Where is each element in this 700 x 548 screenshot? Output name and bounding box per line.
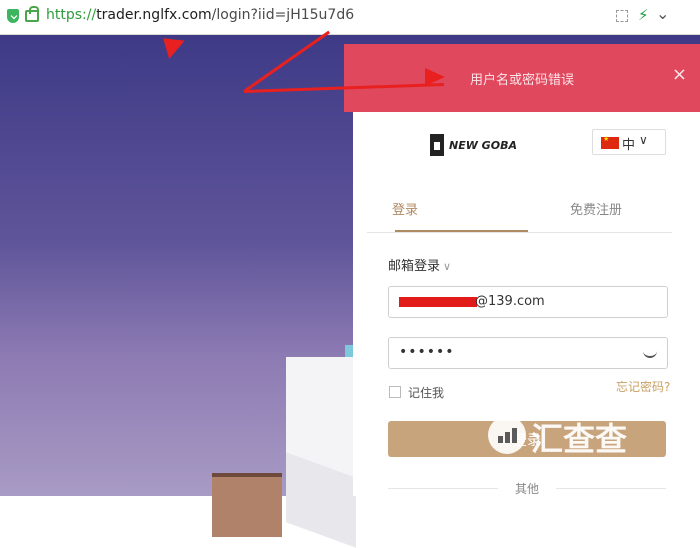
chevron-down-icon: ∨ [639,133,648,147]
remember-label: 记住我 [408,386,445,400]
chevron-down-icon[interactable]: ⌄ [656,4,669,23]
error-banner: 用户名或密码错误 × [344,44,700,112]
language-label: 中 [622,138,636,153]
login-mode-select[interactable]: 邮箱登录 ∨ [388,255,451,274]
shield-icon[interactable] [7,9,19,23]
password-field[interactable]: •••••• [388,337,668,369]
active-tab-indicator [395,230,528,232]
bolt-icon[interactable]: ⚡ [638,6,649,24]
tab-register[interactable]: 免费注册 [570,199,622,218]
tab-login[interactable]: 登录 [392,199,527,218]
close-icon[interactable]: × [672,64,687,85]
language-selector[interactable]: 中 ∨ [592,129,666,155]
login-mode-label: 邮箱登录 [388,259,441,274]
annotation-arrowhead [425,68,445,86]
password-value: •••••• [399,344,455,360]
brand-mark-icon [430,134,444,156]
url-scheme: https:// [46,7,97,23]
email-field[interactable]: @139.com [388,286,668,318]
chart-bars-icon [488,416,526,454]
url-path: /login?iid=jH15u7d6 [211,7,355,23]
url-host: trader.nglfx.com [96,7,212,23]
remember-checkbox[interactable] [389,386,401,398]
email-value: @139.com [475,294,545,309]
eye-closed-icon[interactable] [643,348,657,358]
forgot-password-link[interactable]: 忘记密码? [616,378,670,395]
redaction-mark [399,297,477,307]
browser-address-bar[interactable]: https://trader.nglfx.com/login?iid=jH15u… [0,0,700,35]
url-text[interactable]: https://trader.nglfx.com/login?iid=jH15u… [46,7,354,23]
other-label: 其他 [514,482,539,496]
qr-icon[interactable] [616,10,628,22]
auth-tabs: 登录 免费注册 [367,190,672,233]
brand-name: NEW GOBA [449,139,517,152]
chevron-down-icon: ∨ [443,260,452,273]
lock-icon [25,6,39,22]
china-flag-icon [601,135,619,149]
watermark-text: 汇查查 [531,420,628,458]
decor-tower [212,473,282,537]
